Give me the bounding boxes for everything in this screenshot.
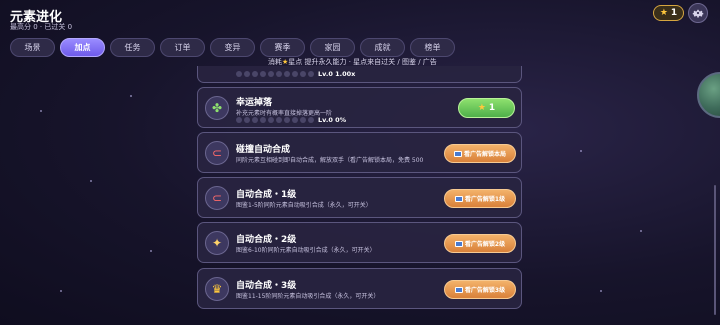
magnet-icon: ⊂ xyxy=(205,141,229,165)
score-summary: 最高分 0 · 已过关 0 xyxy=(10,23,73,31)
tab-bar: 场景 加点 任务 订单 变异 赛季 家园 成就 榜单 xyxy=(10,38,455,57)
tv-icon xyxy=(454,195,463,202)
level-text: Lv.0 0% xyxy=(318,116,347,124)
planet-icon xyxy=(697,72,720,118)
upgrade-card: Lv.0 1.00x xyxy=(197,66,522,83)
level-dots xyxy=(236,117,314,123)
upgrade-card-auto-merge-1: ⊂ 自动合成・1级 图鉴1-5阶同阶元素自动吸引合成（永久，可开关） 看广告解锁… xyxy=(197,177,522,218)
button-label: 看广告解锁本局 xyxy=(463,151,506,158)
tv-icon xyxy=(453,150,462,157)
tab-upgrade[interactable]: 加点 xyxy=(60,38,105,57)
upgrade-card-auto-merge-2: ✦ 自动合成・2级 图鉴6-10阶同阶元素自动吸引合成（永久，可开关） 看广告解… xyxy=(197,222,522,263)
upgrade-name: 自动合成・2级 xyxy=(236,235,297,245)
tab-achievements[interactable]: 成就 xyxy=(360,38,405,57)
background-star xyxy=(580,150,582,152)
clover-icon: ✤ xyxy=(205,96,229,120)
button-label: 看广告解锁2级 xyxy=(464,241,506,248)
settings-button[interactable] xyxy=(688,3,708,23)
tab-mutation[interactable]: 变异 xyxy=(210,38,255,57)
upgrade-desc: 图鉴11-15阶同阶元素自动吸引合成（永久，可开关） xyxy=(236,293,380,300)
gear-icon xyxy=(692,9,704,18)
watch-ad-unlock-button[interactable]: 看广告解锁1级 xyxy=(444,189,516,208)
magnet-icon: ⊂ xyxy=(205,186,229,210)
background-star xyxy=(130,95,132,97)
background-star xyxy=(90,180,92,182)
button-label: 看广告解锁3级 xyxy=(464,287,506,294)
button-label: 看广告解锁1级 xyxy=(464,196,506,203)
tab-tasks[interactable]: 任务 xyxy=(110,38,155,57)
upgrade-desc: 图鉴1-5阶同阶元素自动吸引合成（永久，可开关） xyxy=(236,202,372,209)
star-icon: ★ xyxy=(659,8,668,18)
star-count: 1 xyxy=(670,8,678,18)
upgrade-desc: 图鉴6-10阶同阶元素自动吸引合成（永久，可开关） xyxy=(236,247,376,254)
upgrade-name: 自动合成・3级 xyxy=(236,281,297,291)
scrollbar[interactable] xyxy=(714,185,716,315)
tab-season[interactable]: 赛季 xyxy=(260,38,305,57)
watch-ad-unlock-button[interactable]: 看广告解锁2级 xyxy=(444,234,516,253)
upgrade-card-collision-merge: ⊂ 碰撞自动合成 同阶元素互相碰到即自动合成，解放双手（看广告解锁本局，免费 5… xyxy=(197,132,522,173)
upgrade-name: 幸运掉落 xyxy=(236,98,273,108)
upgrade-buy-button[interactable]: ★ 1 xyxy=(458,98,515,118)
background-star xyxy=(60,290,62,292)
upgrade-desc: 同阶元素互相碰到即自动合成，解放双手（看广告解锁本局，免费 500 xyxy=(236,157,424,164)
background-star xyxy=(150,250,152,252)
tv-icon xyxy=(454,240,463,247)
background-star xyxy=(640,230,642,232)
star-counter[interactable]: ★ 1 xyxy=(653,5,684,21)
tab-orders[interactable]: 订单 xyxy=(160,38,205,57)
upgrade-cost: 1 xyxy=(488,103,496,113)
watch-ad-unlock-button[interactable]: 看广告解锁本局 xyxy=(444,144,516,163)
level-dots xyxy=(236,71,314,77)
background-star xyxy=(600,290,602,292)
background-star xyxy=(40,110,42,112)
upgrade-card-lucky-drop: ✤ 幸运掉落 补充元素时有概率直接掉落更高一阶 Lv.0 0% ★ 1 xyxy=(197,87,522,128)
crown-icon: ♛ xyxy=(205,277,229,301)
upgrade-name: 碰撞自动合成 xyxy=(236,145,291,155)
tab-scene[interactable]: 场景 xyxy=(10,38,55,57)
wand-icon: ✦ xyxy=(205,231,229,255)
hint-text: 星点 提升永久能力 · 星点来自过关 / 图鉴 / 广告 xyxy=(288,58,437,66)
tab-leaderboard[interactable]: 榜单 xyxy=(410,38,455,57)
upgrade-card-auto-merge-3: ♛ 自动合成・3级 图鉴11-15阶同阶元素自动吸引合成（永久，可开关） 看广告… xyxy=(197,268,522,309)
level-text: Lv.0 1.00x xyxy=(318,70,356,78)
watch-ad-unlock-button[interactable]: 看广告解锁3级 xyxy=(444,280,516,299)
hint-prefix: 消耗 xyxy=(268,58,282,66)
star-icon: ★ xyxy=(477,103,486,113)
tab-home[interactable]: 家园 xyxy=(310,38,355,57)
upgrade-name: 自动合成・1级 xyxy=(236,190,297,200)
tv-icon xyxy=(454,286,463,293)
